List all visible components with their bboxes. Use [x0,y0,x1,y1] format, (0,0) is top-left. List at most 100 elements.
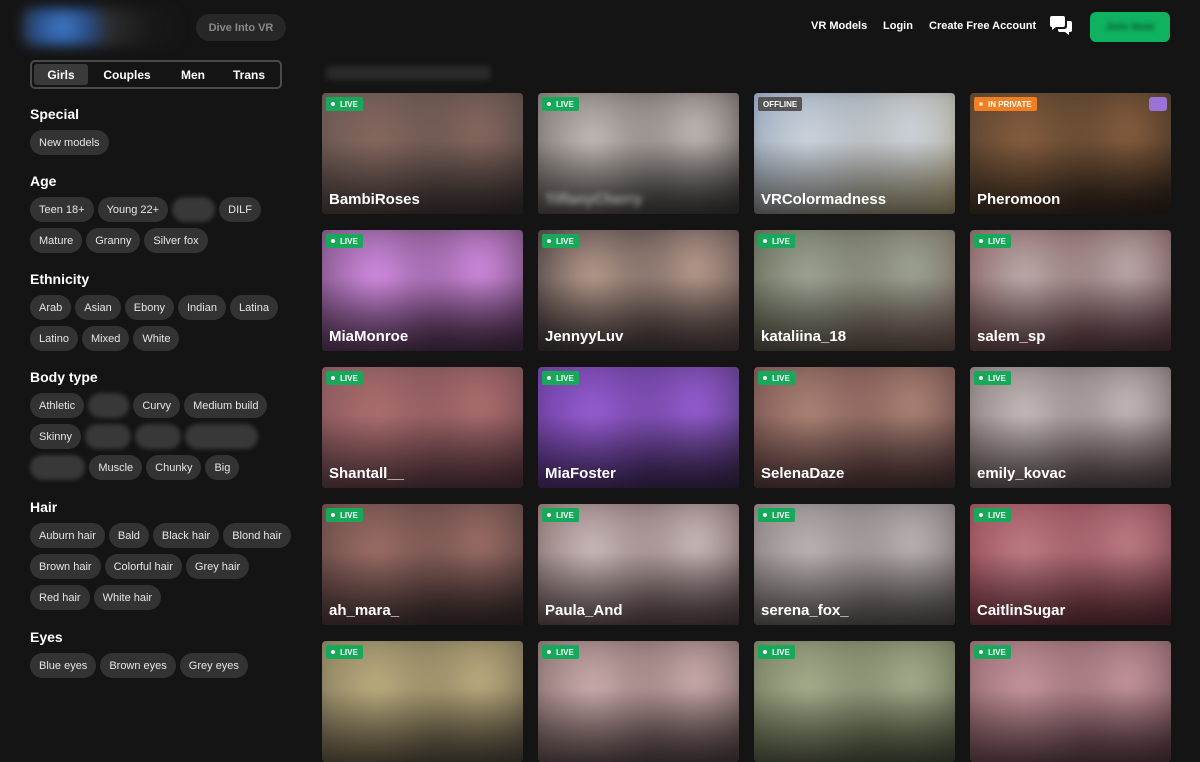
status-badge: LIVE [542,371,579,385]
filter-chip[interactable]: Mixed [81,326,130,351]
filter-chips-eyes: Blue eyes Brown eyes Grey eyes [30,653,300,678]
filter-chip[interactable]: Brown hair [30,554,101,579]
filter-chips-age: Teen 18+Young 22+MILFDILF MatureGrannySil… [30,197,300,253]
filter-chip[interactable]: Skinny [30,424,82,449]
model-card[interactable]: LIVE ah_mara_ [322,504,523,625]
filter-chip[interactable]: Indian [177,295,226,320]
model-name: salem_sp [977,328,1046,345]
filter-heading-eyes: Eyes [30,629,63,645]
model-name: TiffanyCherry [545,191,643,208]
model-card[interactable]: OFFLINE VRColormadness [754,93,955,214]
filter-chip[interactable]: Blue eyes [30,653,97,678]
status-badge: LIVE [758,234,795,248]
filter-heading-special: Special [30,106,80,122]
model-card[interactable]: LIVE BambiRoses [322,93,523,214]
status-badge: LIVE [758,508,795,522]
status-badge: LIVE [758,371,795,385]
site-logo[interactable] [22,8,182,46]
model-card[interactable]: LIVE [322,641,523,762]
model-card[interactable]: IN PRIVATE Pheromoon [970,93,1171,214]
model-card[interactable]: LIVE [754,641,955,762]
category-tabs: Girls Couples Men Trans [30,60,282,89]
filter-chip[interactable]: Grey eyes [179,653,248,678]
status-badge: LIVE [542,645,579,659]
filter-chip[interactable]: Petite [85,424,132,449]
filter-chip[interactable]: Big butt [30,455,86,480]
model-name: VRColormadness [761,191,887,208]
model-card[interactable]: LIVE kataliina_18 [754,230,955,351]
filter-chips-body-type: AthleticBearCurvyMedium build SkinnyPetit… [30,393,300,480]
filter-chip[interactable]: Blond hair [223,523,291,548]
filter-chip[interactable]: Teen 18+ [30,197,94,222]
model-card[interactable]: LIVE MiaFoster [538,367,739,488]
filter-chip[interactable]: Red hair [30,585,90,610]
filter-chip[interactable]: Big [205,455,240,480]
model-card[interactable]: LIVE [970,641,1171,762]
filter-chip[interactable]: White hair [93,585,162,610]
filter-chip[interactable]: White [133,326,180,351]
model-name: SelenaDaze [761,465,845,482]
filter-chip[interactable]: Big breasts [184,424,258,449]
filter-chip[interactable]: Granny [86,228,141,253]
tab-men[interactable]: Men [166,64,220,85]
filter-chip[interactable]: Bear [88,393,130,418]
model-name: Paula_And [545,602,623,619]
status-badge: IN PRIVATE [974,97,1037,111]
filter-chip[interactable]: Curvy [133,393,181,418]
thumbnail-gradient [754,689,955,762]
filter-chip[interactable]: New models [30,130,109,155]
model-card[interactable]: LIVE Shantall__ [322,367,523,488]
join-now-button[interactable]: Join Now [1090,12,1170,42]
filter-heading-ethnicity: Ethnicity [30,271,90,287]
status-badge: LIVE [326,234,363,248]
filter-chip[interactable]: Bald [108,523,149,548]
status-badge: LIVE [542,97,579,111]
model-card[interactable]: LIVE Paula_And [538,504,739,625]
filter-chip[interactable]: Black hair [152,523,220,548]
model-card[interactable]: LIVE emily_kovac [970,367,1171,488]
filter-chip[interactable]: Arab [30,295,72,320]
model-card[interactable]: LIVE MiaMonroe [322,230,523,351]
thumbnail-gradient [538,689,739,762]
filter-chip[interactable]: Grey hair [185,554,250,579]
model-name: CaitlinSugar [977,602,1066,619]
filter-chip[interactable]: Colorful hair [104,554,182,579]
status-badge: LIVE [758,645,795,659]
model-card[interactable]: LIVE CaitlinSugar [970,504,1171,625]
filter-chip[interactable]: MILF [172,197,216,222]
filter-chip[interactable]: Asian [75,295,121,320]
filter-chip[interactable]: Small [135,424,181,449]
filter-chip[interactable]: Chunky [146,455,202,480]
model-card[interactable]: LIVE salem_sp [970,230,1171,351]
filter-chip[interactable]: Muscle [89,455,143,480]
join-now-label: Join Now [1105,21,1155,33]
model-card[interactable]: LIVE JennyyLuv [538,230,739,351]
model-name: BambiRoses [329,191,420,208]
tab-girls[interactable]: Girls [34,64,88,85]
filter-chip[interactable]: Mature [30,228,83,253]
filter-chip[interactable]: Auburn hair [30,523,105,548]
model-card[interactable]: LIVE TiffanyCherry [538,93,739,214]
filter-chip[interactable]: Latina [229,295,278,320]
filter-chip[interactable]: Medium build [184,393,268,418]
filter-chip[interactable]: Latino [30,326,78,351]
model-card[interactable]: LIVE serena_fox_ [754,504,955,625]
filter-chip[interactable]: Silver fox [144,228,208,253]
tab-couples[interactable]: Couples [88,64,166,85]
model-grid: LIVE BambiRoses LIVE TiffanyCherry OFFLINE VR… [322,93,1171,762]
filter-chip[interactable]: Ebony [124,295,174,320]
nav-login-link[interactable]: Login [883,20,913,32]
model-card[interactable]: LIVE SelenaDaze [754,367,955,488]
nav-create-account-link[interactable]: Create Free Account [929,20,1036,32]
filter-chip[interactable]: Young 22+ [97,197,169,222]
filter-chip[interactable]: Brown eyes [100,653,176,678]
filter-chip[interactable]: DILF [219,197,261,222]
chat-bubbles-icon[interactable] [1049,16,1073,36]
tab-trans[interactable]: Trans [220,64,278,85]
filter-heading-body-type: Body type [30,369,98,385]
model-card[interactable]: LIVE [538,641,739,762]
dive-into-vr-button[interactable]: Dive Into VR [196,14,286,41]
filter-chip[interactable]: Athletic [30,393,85,418]
model-name: JennyyLuv [545,328,624,345]
nav-vr-models-link[interactable]: VR Models [811,20,867,32]
